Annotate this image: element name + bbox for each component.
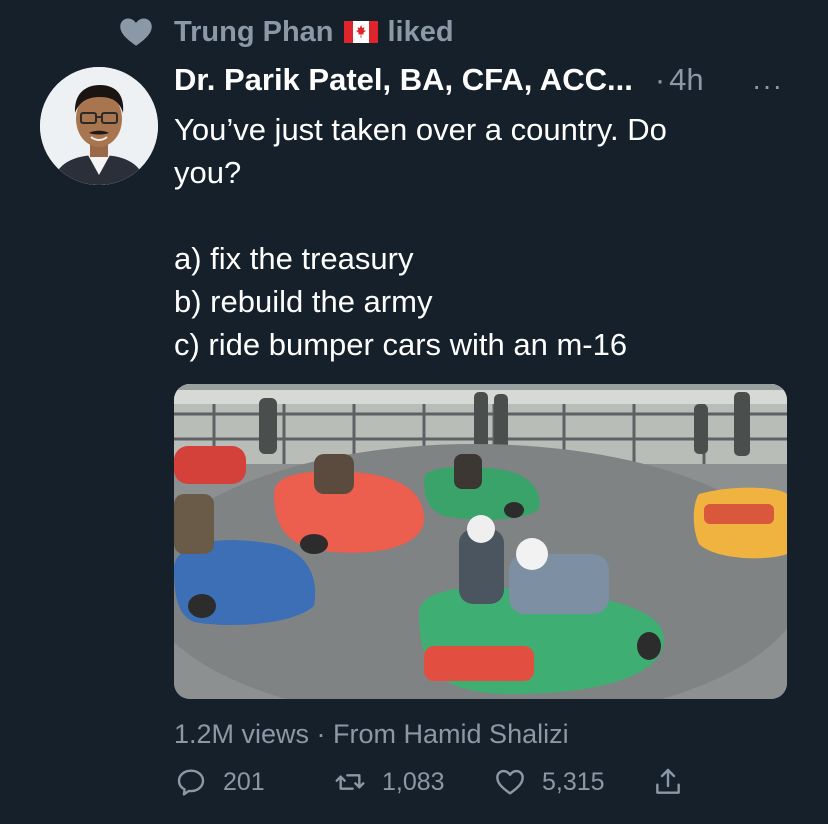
more-options-icon[interactable]: ··· <box>752 70 783 102</box>
reply-button[interactable]: 201 <box>175 766 265 798</box>
timestamp[interactable]: 4h <box>669 62 703 98</box>
share-button[interactable] <box>652 766 684 798</box>
tweet-line: b) rebuild the army <box>174 284 433 319</box>
separator-dot: · <box>654 62 666 97</box>
bumper-cars-image <box>174 384 787 699</box>
tweet-line: a) fix the treasury <box>174 241 414 276</box>
heart-icon <box>120 18 152 46</box>
retweet-icon <box>335 774 365 790</box>
like-icon <box>496 769 524 795</box>
social-context-action: liked <box>387 15 454 48</box>
tweet-text: You’ve just taken over a country. Do you… <box>174 108 774 366</box>
action-bar: 201 1,083 5,315 <box>0 766 828 806</box>
retweet-button[interactable]: 1,083 <box>334 766 445 798</box>
tweet-line: you? <box>174 155 242 190</box>
views-separator: · <box>309 719 334 749</box>
display-name[interactable]: Dr. Parik Patel, BA, CFA, ACC... <box>174 62 633 98</box>
view-count: 1.2M views <box>174 719 310 749</box>
tweet-video[interactable] <box>174 384 787 699</box>
reply-count: 201 <box>223 767 265 796</box>
social-context-user[interactable]: Trung Phan <box>174 16 334 49</box>
like-button[interactable]: 5,315 <box>494 766 605 798</box>
tweet-header: Dr. Parik Patel, BA, CFA, ACC... · 4h <box>174 62 704 98</box>
profile-photo <box>40 67 158 185</box>
canada-flag-icon <box>343 21 378 43</box>
tweet-line: You’ve just taken over a country. Do <box>174 112 667 147</box>
reply-icon <box>177 769 205 796</box>
avatar[interactable] <box>40 67 158 185</box>
tweet-line: c) ride bumper cars with an m-16 <box>174 327 628 362</box>
share-icon <box>656 768 680 794</box>
retweet-count: 1,083 <box>382 767 445 796</box>
views-line: 1.2M views · From Hamid Shalizi <box>174 719 569 750</box>
like-count: 5,315 <box>542 767 605 796</box>
media-source[interactable]: From Hamid Shalizi <box>333 719 569 749</box>
social-context[interactable]: Trung Phan liked <box>118 14 454 50</box>
